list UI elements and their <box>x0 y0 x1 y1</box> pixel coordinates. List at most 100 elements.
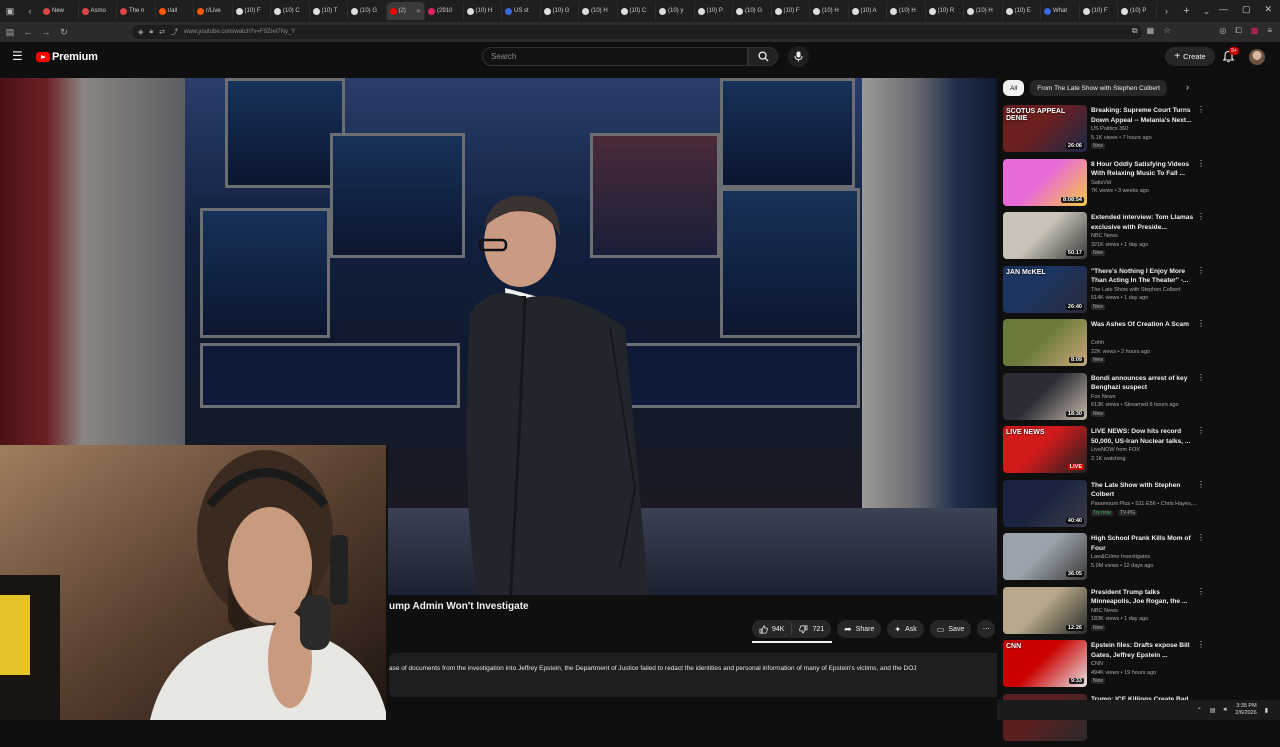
create-button[interactable]: + Create <box>1165 47 1215 66</box>
system-clock[interactable]: 3:35 PM 2/6/2026 <box>1235 703 1256 717</box>
browser-tab[interactable]: (10) G <box>348 2 387 20</box>
like-button[interactable]: 94K <box>752 620 791 638</box>
account-avatar[interactable] <box>1249 49 1265 65</box>
more-vertical-icon[interactable]: ⋮ <box>1197 161 1203 167</box>
extensions-icon[interactable]: ⧠ <box>1235 26 1241 36</box>
browser-tab[interactable]: (10) H <box>810 2 849 20</box>
browser-tab[interactable]: (10) H <box>579 2 618 20</box>
new-tab-icon[interactable]: + <box>1180 4 1194 18</box>
more-actions-button[interactable]: ⋯ <box>977 620 995 638</box>
back-icon[interactable]: ← <box>20 24 36 40</box>
related-video-item[interactable]: 18:30Bondi announces arrest of key Bengh… <box>1003 373 1208 427</box>
video-thumbnail[interactable]: JAN McKEL26:40 <box>1003 266 1087 313</box>
browser-tab[interactable]: (10) G <box>733 2 772 20</box>
browser-tab[interactable]: (10) y <box>656 2 695 20</box>
bookmark-icon[interactable]: ☆ <box>1163 26 1170 36</box>
video-thumbnail[interactable]: 50:17 <box>1003 212 1087 259</box>
lock-icon[interactable]: 🔒︎ <box>149 28 153 36</box>
tab-scroll-right-icon[interactable]: › <box>1160 4 1174 18</box>
video-thumbnail[interactable]: 8:09 <box>1003 319 1087 366</box>
related-video-item[interactable]: 8:09Was Ashes Of Creation A ScamCohh22K … <box>1003 319 1208 373</box>
close-tab-icon[interactable]: ✕ <box>416 8 421 15</box>
browser-tab[interactable]: (10) C <box>618 2 657 20</box>
related-video-item[interactable]: LIVE NEWSLIVELIVE NEWS: Dow hits record … <box>1003 426 1208 480</box>
browser-tab[interactable]: (2910 <box>425 2 464 20</box>
browser-tab[interactable]: (10) H <box>464 2 503 20</box>
video-thumbnail[interactable]: SCOTUS APPEAL DENIE26:06 <box>1003 105 1087 152</box>
reader-icon[interactable]: ▦ <box>1147 26 1155 36</box>
share-button[interactable]: ➦ Share <box>837 620 881 638</box>
forward-icon[interactable]: → <box>38 24 54 40</box>
browser-tab[interactable]: r/all <box>156 2 195 20</box>
browser-tab[interactable]: The n <box>117 2 156 20</box>
browser-tab[interactable]: (10) T <box>310 2 349 20</box>
browser-tab[interactable]: What <box>1041 2 1080 20</box>
close-window-icon[interactable]: ✕ <box>1264 4 1272 15</box>
maximize-icon[interactable]: ▢ <box>1242 4 1251 15</box>
related-video-item[interactable]: 36:05High School Prank Kills Mom of Four… <box>1003 533 1208 587</box>
more-vertical-icon[interactable]: ⋮ <box>1197 589 1203 595</box>
volume-icon[interactable]: 🔊︎ <box>1223 707 1227 714</box>
browser-tab[interactable]: (10) P <box>1118 2 1157 20</box>
tray-expand-icon[interactable]: ⌃ <box>1197 707 1202 714</box>
tab-search-icon[interactable]: ⌄ <box>1200 4 1214 18</box>
video-thumbnail[interactable]: 12:26 <box>1003 587 1087 634</box>
ask-button[interactable]: ✦ Ask <box>887 620 923 638</box>
related-video-item[interactable]: 12:26President Trump talks Minneapolis, … <box>1003 587 1208 641</box>
more-vertical-icon[interactable]: ⋮ <box>1197 642 1203 648</box>
shield-icon[interactable]: ◈ <box>138 28 143 36</box>
search-button[interactable] <box>748 47 778 66</box>
browser-tab[interactable]: (10) F <box>1080 2 1119 20</box>
browser-tab[interactable]: (10) F <box>772 2 811 20</box>
browser-tab[interactable]: r/Live <box>194 2 233 20</box>
browser-tab[interactable]: (10) P <box>695 2 734 20</box>
browser-tab[interactable]: (2)✕ <box>387 2 426 20</box>
video-description[interactable]: ase of documents from the investigation … <box>389 653 997 697</box>
related-video-item[interactable]: CNN9:33Epstein files: Drafts expose Bill… <box>1003 640 1208 694</box>
browser-tab[interactable]: (10) A <box>849 2 888 20</box>
browser-tab[interactable]: (10) E <box>1003 2 1042 20</box>
save-button[interactable]: ▭ Save <box>930 620 972 638</box>
browser-tab[interactable]: (10) G <box>541 2 580 20</box>
reload-icon[interactable]: ↻ <box>56 24 72 40</box>
more-vertical-icon[interactable]: ⋮ <box>1197 482 1203 488</box>
browser-tab[interactable]: (10) H <box>964 2 1003 20</box>
more-vertical-icon[interactable]: ⋮ <box>1197 535 1203 541</box>
site-settings-icon[interactable]: ⇄ <box>159 28 165 36</box>
sidebar-toggle-icon[interactable]: ▤ <box>2 24 18 40</box>
search-input[interactable]: Search <box>482 47 748 66</box>
network-icon[interactable]: ▤ <box>1210 707 1216 714</box>
browser-tab[interactable]: (10) F <box>233 2 272 20</box>
video-thumbnail[interactable]: 18:30 <box>1003 373 1087 420</box>
related-video-item[interactable]: 50:17Extended interview: Tom Llamas excl… <box>1003 212 1208 266</box>
video-thumbnail[interactable]: LIVE NEWSLIVE <box>1003 426 1087 473</box>
browser-tab[interactable]: Asmo <box>79 2 118 20</box>
video-thumbnail[interactable]: 36:05 <box>1003 533 1087 580</box>
youtube-premium-logo[interactable]: Premium <box>36 51 98 63</box>
chips-next-arrow-icon[interactable]: › <box>1186 82 1198 94</box>
more-vertical-icon[interactable]: ⋮ <box>1197 321 1203 327</box>
more-vertical-icon[interactable]: ⋮ <box>1197 107 1203 113</box>
browser-tab[interactable]: (10) R <box>926 2 965 20</box>
url-field[interactable]: ◈ 🔒︎ ⇄ ⤴ www.youtube.com/watch?v=F9Zrel7… <box>132 25 1142 39</box>
video-thumbnail[interactable]: 8:08:54 <box>1003 159 1087 206</box>
chip-all[interactable]: All <box>1003 80 1024 96</box>
notification-center-icon[interactable]: ▮ <box>1265 707 1268 714</box>
related-video-item[interactable]: SCOTUS APPEAL DENIE26:06Breaking: Suprem… <box>1003 105 1208 159</box>
chip-from-channel[interactable]: From The Late Show with Stephen Colbert <box>1030 80 1167 96</box>
voice-search-button[interactable] <box>788 46 809 67</box>
browser-menu-icon[interactable]: ≡ <box>1267 26 1272 36</box>
extension-badge-icon[interactable]: ▩ <box>1251 26 1259 36</box>
more-vertical-icon[interactable]: ⋮ <box>1197 268 1203 274</box>
share-page-icon[interactable]: ⤴ <box>171 27 178 37</box>
picture-in-picture-icon[interactable]: ⧉ <box>1132 26 1138 36</box>
browser-tab[interactable]: (10) H <box>887 2 926 20</box>
hamburger-menu-icon[interactable]: ☰ <box>12 50 24 62</box>
minimize-icon[interactable]: — <box>1219 4 1228 15</box>
browser-tab[interactable]: US st <box>502 2 541 20</box>
tab-scroll-left-icon[interactable]: ‹ <box>23 4 37 18</box>
browser-tab[interactable]: New <box>40 2 79 20</box>
more-vertical-icon[interactable]: ⋮ <box>1197 375 1203 381</box>
browser-tab[interactable]: (10) C <box>271 2 310 20</box>
video-thumbnail[interactable]: 40:40 <box>1003 480 1087 527</box>
